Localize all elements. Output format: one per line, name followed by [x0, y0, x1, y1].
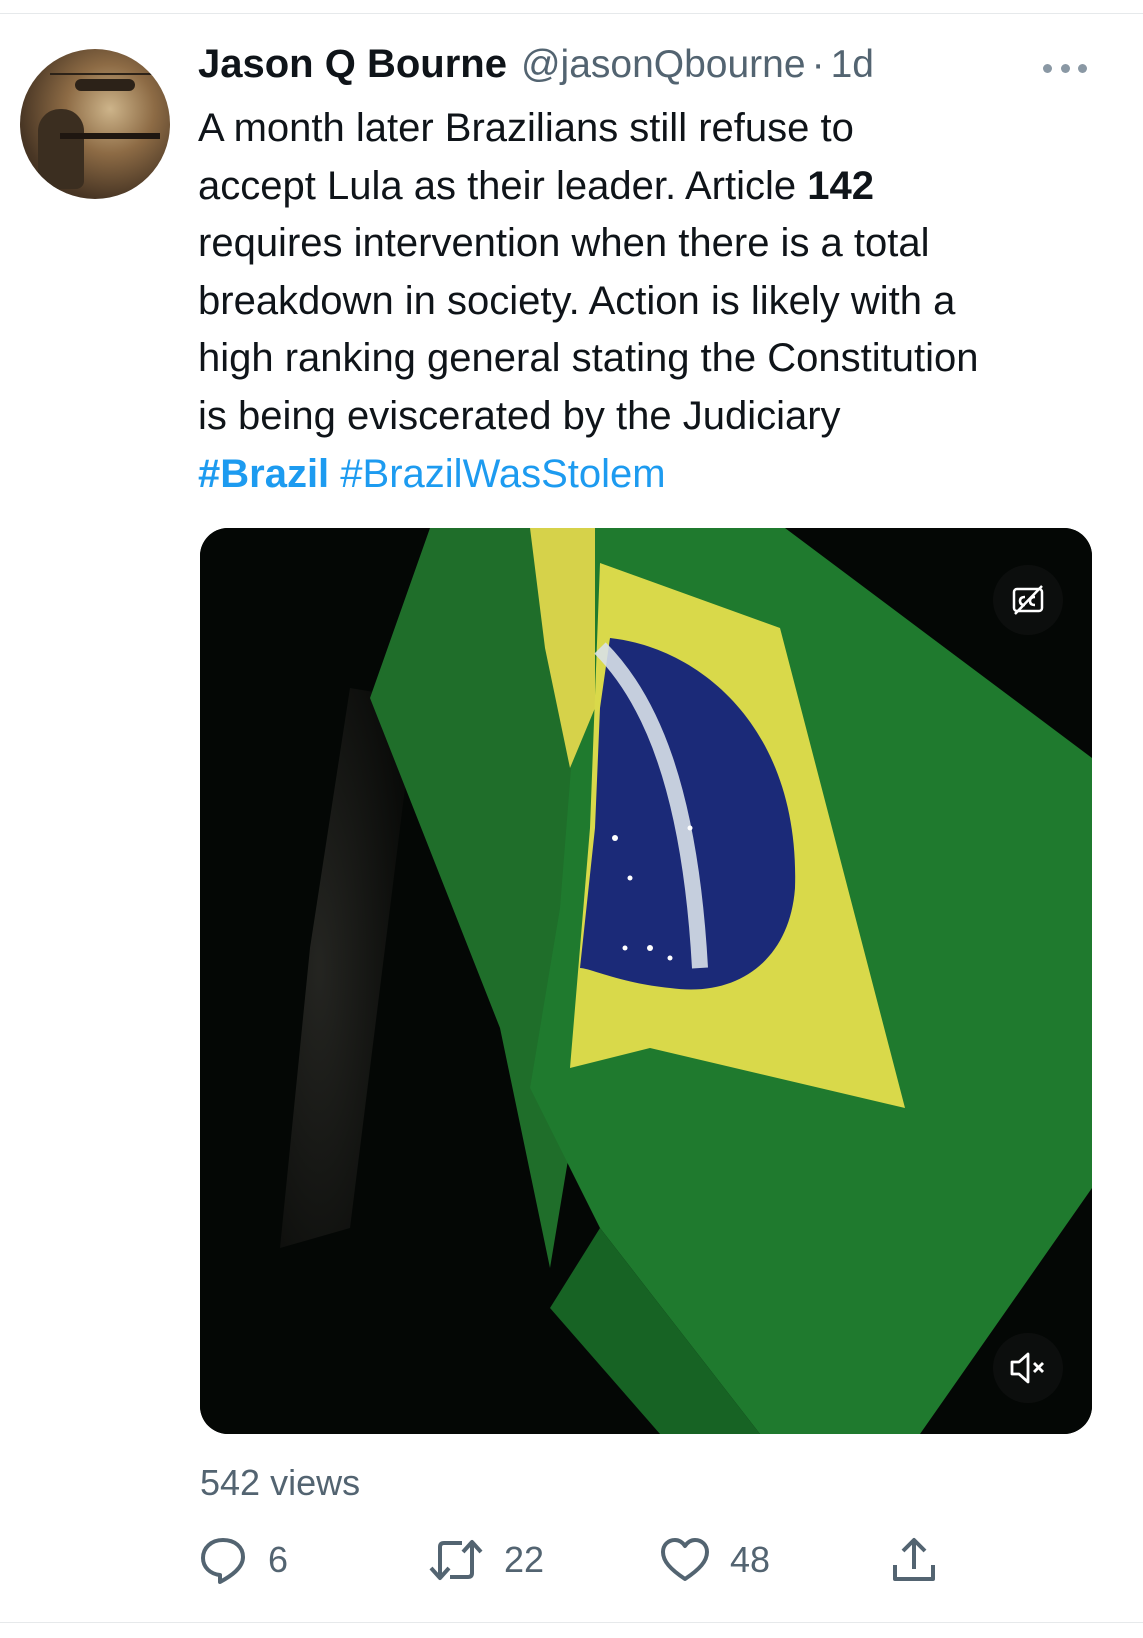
- like-button[interactable]: 48: [660, 1530, 770, 1590]
- tweet-text-line: requires intervention when there is a to…: [198, 221, 930, 266]
- avatar-soldier: [38, 109, 84, 189]
- tweet-text-line: accept Lula as their leader. Article 142: [198, 158, 1098, 216]
- retweet-button[interactable]: 22: [428, 1530, 544, 1590]
- author-handle[interactable]: @jasonQbourne: [521, 43, 806, 87]
- more-dot: [1043, 63, 1052, 73]
- avatar-rifle: [60, 133, 160, 139]
- more-options-icon[interactable]: [1043, 58, 1087, 78]
- like-count: 48: [730, 1539, 771, 1580]
- tweet-text-fragment: accept Lula as their leader. Article: [198, 163, 808, 208]
- more-dot: [1078, 63, 1087, 73]
- bottom-divider: [0, 1622, 1143, 1638]
- top-divider: [0, 0, 1143, 14]
- hashtag-brazilwasstolem[interactable]: #BrazilWasStolem: [340, 452, 665, 496]
- hashtag-line: #Brazil #BrazilWasStolem: [198, 446, 1098, 504]
- header-separator: ·: [811, 43, 825, 86]
- tweet-text-line: A month later Brazilians still refuse to: [198, 106, 854, 150]
- author-avatar[interactable]: [20, 49, 170, 199]
- tweet-text-line: breakdown in society. Action is likely w…: [198, 278, 956, 323]
- reply-icon: [201, 1538, 245, 1584]
- article-number: 142: [807, 163, 874, 208]
- video-player[interactable]: [200, 528, 1092, 1434]
- tweet-timestamp[interactable]: 1d: [831, 43, 874, 87]
- captions-off-icon[interactable]: [993, 565, 1063, 635]
- view-count: 542 views: [200, 1462, 361, 1503]
- more-dot: [1060, 63, 1070, 73]
- hashtag-brazil[interactable]: #Brazil: [198, 452, 329, 496]
- tweet-header: Jason Q Bourne @jasonQbourne · 1d: [198, 42, 874, 92]
- speaker-glyph: [1010, 1352, 1044, 1384]
- tweet-text-line: is being eviscerated by the Judiciary: [198, 393, 841, 438]
- muted-speaker-icon[interactable]: [993, 1333, 1063, 1403]
- retweet-icon: [429, 1540, 483, 1580]
- tweet-text: A month later Brazilians still refuse to…: [198, 100, 1098, 503]
- avatar-helicopter-rotor: [50, 73, 160, 75]
- reply-count: 6: [268, 1539, 289, 1580]
- retweet-count: 22: [504, 1539, 545, 1580]
- author-name[interactable]: Jason Q Bourne: [198, 42, 507, 87]
- reply-button[interactable]: 6: [198, 1530, 288, 1590]
- share-button[interactable]: [890, 1530, 938, 1590]
- tweet-actions: 6 22 48: [0, 1530, 1143, 1590]
- flag-video-frame: [200, 528, 1092, 1434]
- avatar-helicopter: [75, 79, 135, 91]
- heart-icon: [661, 1538, 709, 1581]
- captions-glyph: [1012, 585, 1044, 615]
- tweet-text-line: high ranking general stating the Constit…: [198, 336, 979, 381]
- share-icon: [893, 1538, 935, 1581]
